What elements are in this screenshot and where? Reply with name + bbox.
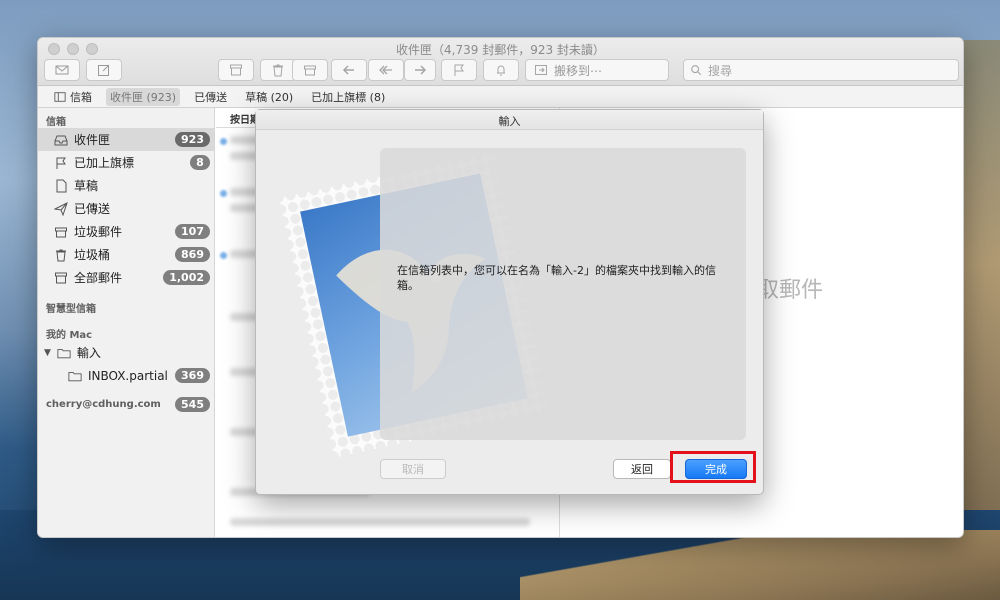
- favorite-label: 已加上旗標 (8): [311, 90, 386, 104]
- count-badge: 869: [175, 247, 210, 262]
- move-to-label: 搬移到⋯: [554, 63, 603, 78]
- sidebar-item-label: 收件匣: [74, 133, 111, 147]
- compose-icon: [98, 64, 110, 76]
- sidebar-toggle-icon: [54, 91, 66, 102]
- unread-count-badge: 923: [175, 132, 210, 147]
- count-badge: 107: [175, 224, 210, 239]
- inbox-icon: [54, 133, 68, 147]
- favorite-label: 草稿 (20): [245, 90, 294, 104]
- sidebar-item-label: 輸入: [76, 346, 101, 360]
- reply-icon: [342, 65, 354, 75]
- unread-dot-icon: [220, 252, 227, 259]
- move-to-icon: [535, 65, 547, 75]
- count-badge: 1,002: [163, 270, 210, 285]
- account-label: cherry@cdhung.com: [46, 399, 161, 410]
- sidebar-item-flagged[interactable]: 已加上旗標 8: [38, 151, 214, 174]
- archive-box-icon: [230, 64, 242, 76]
- sidebar-item-label: 草稿: [74, 179, 99, 193]
- get-mail-button[interactable]: [44, 59, 80, 81]
- envelope-icon: [55, 65, 69, 75]
- junk-button[interactable]: [292, 59, 328, 81]
- import-dialog: 輸入 在信箱列表中，您可以在名為「輸入-2」的檔案夾中找到輸入的信箱。 取消 返…: [255, 109, 764, 495]
- reply-all-icon: [379, 65, 392, 75]
- smart-mailboxes-header[interactable]: 智慧型信箱: [38, 295, 214, 315]
- archive-icon: [54, 271, 68, 285]
- favorite-flagged[interactable]: 已加上旗標 (8): [307, 88, 389, 106]
- bell-icon: [497, 65, 505, 76]
- count-badge: 8: [190, 155, 210, 170]
- favorite-mailboxes[interactable]: 信箱: [50, 88, 96, 106]
- disclosure-triangle-icon[interactable]: ▼: [44, 348, 51, 358]
- favorite-label: 收件匣 (923): [110, 90, 177, 104]
- blurred-message-row: [230, 518, 530, 526]
- sidebar-item-junk[interactable]: 垃圾郵件 107: [38, 220, 214, 243]
- done-button[interactable]: 完成: [685, 459, 747, 479]
- flag-button[interactable]: [441, 59, 477, 81]
- sidebar-item-drafts[interactable]: 草稿: [38, 174, 214, 197]
- archive-button[interactable]: [218, 59, 254, 81]
- folder-icon: [68, 369, 82, 383]
- trash-icon: [273, 64, 283, 77]
- favorite-label: 已傳送: [194, 90, 228, 104]
- paper-plane-icon: [54, 201, 68, 216]
- sidebar-item-import[interactable]: ▼ 輸入: [38, 341, 214, 364]
- flag-icon: [454, 64, 464, 76]
- move-to-button[interactable]: 搬移到⋯: [525, 59, 669, 81]
- search-placeholder: 搜尋: [708, 63, 733, 78]
- document-icon: [54, 179, 68, 193]
- unread-dot-icon: [220, 138, 227, 145]
- mailbox-sidebar: 信箱 收件匣 923 已加上旗標 8 草稿 已傳送 垃圾郵件 107 垃圾桶 8…: [38, 108, 215, 537]
- flag-icon: [54, 156, 68, 170]
- sidebar-item-trash[interactable]: 垃圾桶 869: [38, 243, 214, 266]
- trash-icon: [54, 248, 68, 262]
- cancel-button[interactable]: 取消: [380, 459, 446, 479]
- sidebar-item-label: 全部郵件: [74, 271, 123, 285]
- sidebar-item-label: 垃圾桶: [74, 248, 111, 262]
- count-badge: 369: [175, 368, 210, 383]
- favorite-sent[interactable]: 已傳送: [190, 88, 231, 106]
- back-button[interactable]: 返回: [613, 459, 671, 479]
- sidebar-item-label: 已加上旗標: [74, 156, 135, 170]
- mailboxes-header: 信箱: [46, 117, 66, 128]
- favorite-label: 信箱: [70, 90, 92, 104]
- sidebar-item-label: INBOX.partial: [88, 368, 168, 383]
- junk-icon: [304, 65, 316, 76]
- forward-button[interactable]: [404, 59, 436, 81]
- search-icon: [691, 65, 702, 76]
- desktop-rock: [520, 530, 1000, 600]
- folder-icon: [57, 346, 71, 360]
- sidebar-item-inbox[interactable]: 收件匣 923: [38, 128, 214, 151]
- compose-button[interactable]: [86, 59, 122, 81]
- on-my-mac-header[interactable]: 我的 Mac: [38, 321, 214, 341]
- delete-button[interactable]: [260, 59, 296, 81]
- sidebar-item-all-mail[interactable]: 全部郵件 1,002: [38, 266, 214, 289]
- mute-button[interactable]: [483, 59, 519, 81]
- favorite-inbox[interactable]: 收件匣 (923): [106, 87, 181, 106]
- unread-dot-icon: [220, 190, 227, 197]
- sidebar-item-sent[interactable]: 已傳送: [38, 197, 214, 220]
- favorite-drafts[interactable]: 草稿 (20): [241, 88, 297, 106]
- reply-button[interactable]: [331, 59, 367, 81]
- sidebar-item-inbox-partial[interactable]: INBOX.partial 369: [38, 364, 214, 387]
- reply-all-button[interactable]: [368, 59, 404, 81]
- sidebar-item-account[interactable]: cherry@cdhung.com 545: [38, 393, 214, 416]
- junk-icon: [54, 225, 68, 239]
- forward-icon: [415, 65, 427, 75]
- sidebar-item-label: 垃圾郵件: [74, 225, 123, 239]
- dialog-title: 輸入: [256, 110, 763, 130]
- search-field[interactable]: 搜尋: [683, 59, 959, 81]
- count-badge: 545: [175, 397, 210, 412]
- sidebar-item-label: 已傳送: [74, 202, 111, 216]
- titlebar: 收件匣（4,739 封郵件，923 封未讀） 搬移到⋯ 搜尋: [38, 38, 963, 86]
- dialog-panel: [380, 148, 746, 440]
- dialog-message: 在信箱列表中，您可以在名為「輸入-2」的檔案夾中找到輸入的信箱。: [397, 264, 716, 292]
- window-title: 收件匣（4,739 封郵件，923 封未讀）: [396, 43, 605, 57]
- favorites-bar: 信箱 收件匣 (923) 已傳送 草稿 (20) 已加上旗標 (8): [38, 86, 963, 108]
